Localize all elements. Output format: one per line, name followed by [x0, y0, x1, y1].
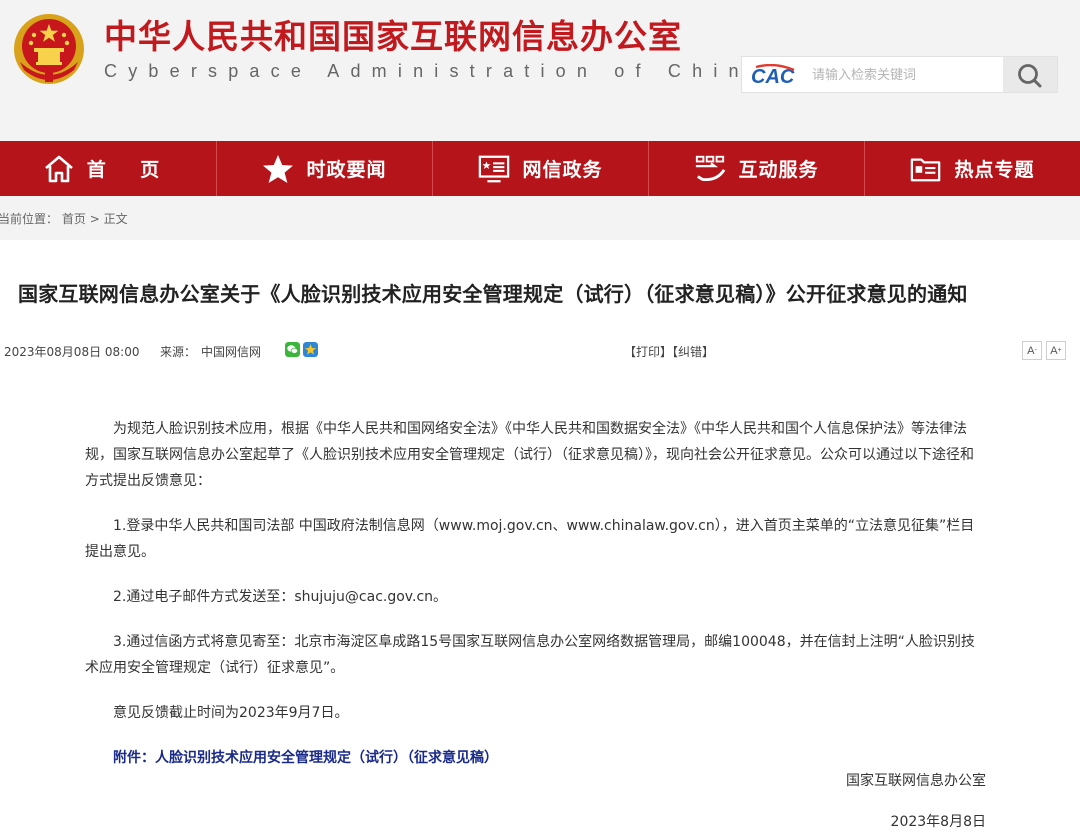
site-subtitle: Cyberspace Administration of China: [104, 61, 771, 81]
article-date: 2023年08月08日 08:00: [4, 345, 140, 359]
correct-link[interactable]: 【纠错】: [672, 345, 714, 359]
interaction-icon: [694, 153, 726, 185]
cac-logo-text: CAC: [751, 66, 795, 88]
nav-label-interaction: 互动服务: [738, 159, 819, 181]
article-body: 为规范人脸识别技术应用，根据《中华人民共和国网络安全法》《中华人民共和国数据安全…: [85, 416, 987, 790]
search-bar: CAC: [741, 56, 1058, 93]
breadcrumb-label: 当前位置：: [0, 212, 59, 226]
breadcrumb: 当前位置： 首页 > 正文: [0, 210, 128, 227]
article-title: 国家互联网信息办公室关于《人脸识别技术应用安全管理规定（试行）（征求意见稿）》公…: [18, 282, 968, 306]
nav-item-news[interactable]: 时政要闻: [216, 141, 432, 196]
breadcrumb-separator: >: [89, 212, 100, 226]
breadcrumb-bar: 当前位置： 首页 > 正文: [0, 196, 1080, 240]
cac-logo-icon: CAC: [751, 64, 795, 88]
nav-label-news: 时政要闻: [306, 159, 387, 181]
breadcrumb-home-link[interactable]: 首页: [62, 212, 86, 226]
article-signature: 国家互联网信息办公室: [846, 773, 986, 789]
qzone-share-icon[interactable]: [303, 342, 318, 357]
attachment-paragraph: 附件：人脸识别技术应用安全管理规定（试行）（征求意见稿）: [85, 745, 987, 771]
national-emblem-icon[interactable]: [12, 12, 86, 86]
source-label: 来源：: [160, 345, 197, 359]
breadcrumb-current: 正文: [103, 212, 128, 226]
main-nav: 首 页 时政要闻 网信政务 互动服务 热点专题: [0, 141, 1080, 196]
article-meta: 2023年08月08日 08:00 来源： 中国网信网 【打印】【纠错】 A- …: [4, 341, 1076, 362]
font-increase-button[interactable]: A +: [1046, 341, 1066, 360]
print-link[interactable]: 【打印】: [624, 345, 672, 359]
home-icon: [43, 153, 75, 185]
font-decrease-button[interactable]: A-: [1022, 341, 1042, 360]
wechat-share-icon[interactable]: [285, 342, 300, 357]
attachment-link[interactable]: 附件：人脸识别技术应用安全管理规定（试行）（征求意见稿）: [113, 750, 498, 766]
paragraph-method-2: 2.通过电子邮件方式发送至：shujuju@cac.gov.cn。: [113, 589, 448, 605]
article-source: 中国网信网: [201, 345, 262, 359]
site-title[interactable]: 中华人民共和国国家互联网信息办公室: [104, 17, 682, 57]
site-header: 中华人民共和国国家互联网信息办公室 Cyberspace Administrat…: [0, 0, 1080, 141]
paragraph-deadline: 意见反馈截止时间为2023年9月7日。: [113, 705, 349, 721]
nav-label-topics: 热点专题: [954, 159, 1035, 181]
nav-item-home[interactable]: 首 页: [0, 141, 216, 196]
folder-icon: [910, 153, 942, 185]
nav-item-government[interactable]: 网信政务: [432, 141, 648, 196]
paragraph-method-3: 3.通过信函方式将意见寄至：北京市海淀区阜成路15号国家互联网信息办公室网络数据…: [85, 634, 975, 676]
search-button[interactable]: [1003, 57, 1057, 92]
font-increase-label: A: [1050, 344, 1058, 357]
article-actions: 【打印】【纠错】: [624, 343, 714, 360]
paragraph-method-1: 1.登录中华人民共和国司法部 中国政府法制信息网（www.moj.gov.cn、…: [85, 518, 975, 560]
star-icon: [262, 153, 294, 185]
search-input[interactable]: [810, 61, 1004, 90]
nav-item-topics[interactable]: 热点专题: [864, 141, 1080, 196]
font-decrease-label: A: [1027, 344, 1035, 357]
nav-item-interaction[interactable]: 互动服务: [648, 141, 864, 196]
nav-label-government: 网信政务: [522, 159, 603, 181]
search-icon: [1018, 63, 1042, 87]
nav-label-home: 首 页: [86, 159, 174, 181]
screen-icon: [478, 153, 510, 185]
article-sign-date: 2023年8月8日: [890, 814, 986, 830]
paragraph-intro: 为规范人脸识别技术应用，根据《中华人民共和国网络安全法》《中华人民共和国数据安全…: [85, 421, 974, 489]
